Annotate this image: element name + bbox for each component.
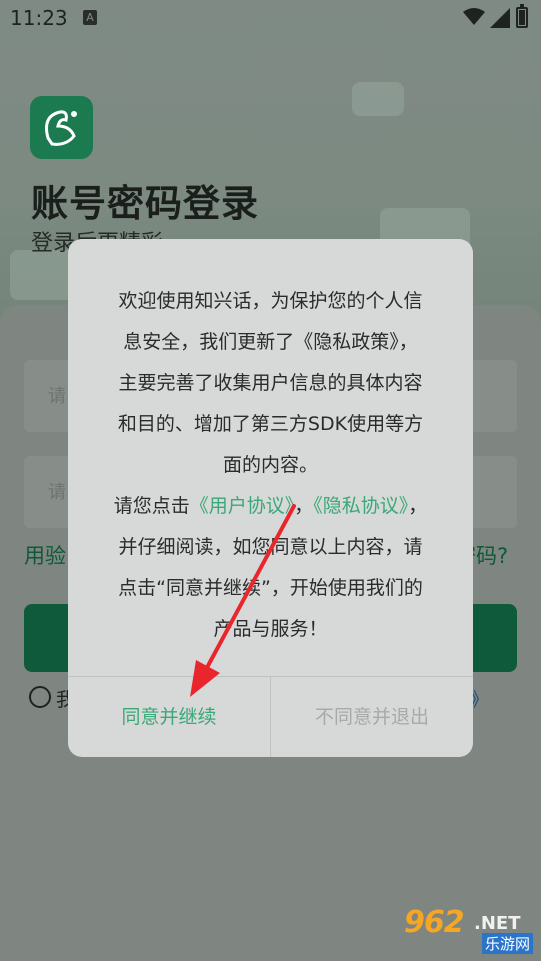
dialog-message: 欢迎使用知兴话，为保护您的个人信 息安全，我们更新了《隐私政策》， 主要完善了收… [90, 281, 451, 650]
dialog-line: 点击“同意并继续”，开始使用我们的 [118, 577, 423, 599]
watermark-domain: .NET [474, 913, 521, 934]
notification-icon: A [83, 10, 97, 25]
privacy-agreement-link[interactable]: 《隐私协议》 [313, 495, 408, 517]
dialog-line: 和目的、增加了第三方SDK使用等方 [117, 413, 424, 435]
user-agreement-link[interactable]: 《用户协议》 [190, 495, 295, 517]
signal-icon [490, 8, 510, 28]
dialog-line: 主要完善了收集用户信息的具体内容 [118, 372, 423, 394]
watermark-site: 乐游网 [482, 933, 534, 954]
dialog-line: 产品与服务！ [213, 618, 328, 640]
username-placeholder: 请 [48, 386, 66, 407]
password-placeholder: 请 [48, 482, 66, 503]
status-time: 11:23 [10, 6, 68, 30]
dialog-line: 并仔细阅读，如您同意以上内容，请 [118, 536, 423, 558]
disagree-exit-button[interactable]: 不同意并退出 [271, 677, 473, 757]
status-bar: 11:23 A [0, 0, 541, 38]
dialog-line: 面的内容。 [222, 454, 318, 476]
dialog-line: 息安全，我们更新了《隐私政策》， [123, 331, 418, 353]
watermark-brand: 962 [404, 905, 465, 940]
decorative-bubble [352, 82, 404, 116]
swan-logo-icon [45, 110, 77, 146]
privacy-dialog: 欢迎使用知兴话，为保护您的个人信 息安全，我们更新了《隐私政策》， 主要完善了收… [68, 239, 473, 757]
app-logo [30, 96, 93, 159]
dialog-text: ， [408, 495, 428, 517]
wifi-icon [463, 8, 485, 25]
agreement-radio[interactable] [29, 686, 51, 708]
dialog-line: 请您点击《用户协议》，《隐私协议》， [90, 486, 451, 527]
dialog-line: 欢迎使用知兴话，为保护您的个人信 [118, 290, 423, 312]
watermark-logo: 962 .NET 乐游网 [402, 905, 536, 955]
dialog-text: 请您点击 [113, 495, 190, 517]
code-login-link[interactable]: 用验 [24, 540, 66, 570]
page-title: 账号密码登录 [31, 182, 259, 225]
battery-icon [516, 4, 528, 28]
agree-continue-button[interactable]: 同意并继续 [68, 677, 270, 757]
dialog-text: ， [294, 495, 314, 517]
